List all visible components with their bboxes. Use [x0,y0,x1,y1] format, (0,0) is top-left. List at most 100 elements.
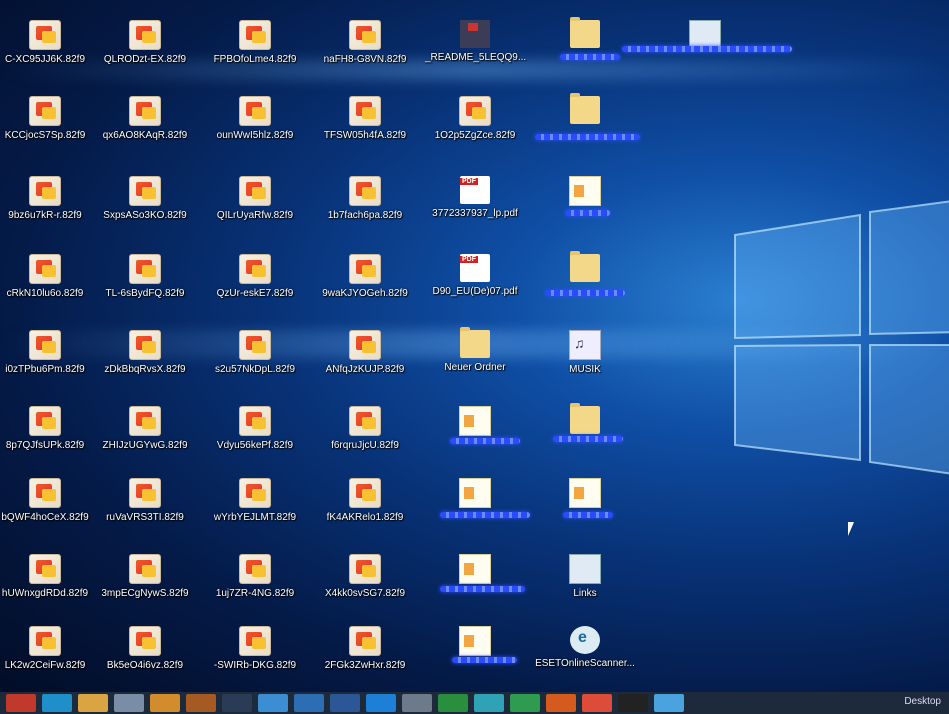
desktop-icon-label: fK4AKRelo1.82f9 [326,512,404,523]
photos-icon[interactable] [654,694,684,712]
desktop-icon[interactable]: KCCjocS7Sp.82f9 [0,96,95,142]
desktop-icon[interactable]: LK2w2CeiFw.82f9 [0,626,95,672]
desktop-icon[interactable]: f6rqruJjcU.82f9 [315,406,415,452]
app-icon[interactable] [150,694,180,712]
desktop-icon-label: 3mpECgNywS.82f9 [101,588,189,599]
desktop-icon[interactable]: ESETOnlineScanner... [535,626,635,670]
app-icon[interactable] [222,694,252,712]
desktop-icon[interactable]: s2u57NkDpL.82f9 [205,330,305,376]
start-icon[interactable] [6,694,36,712]
desktop-icon[interactable]: TL-6sBydFQ.82f9 [95,254,195,300]
desktop-icon-label: ESETOnlineScanner... [535,658,635,669]
desktop-icon[interactable]: Neuer Ordner [425,327,525,374]
desktop-icon[interactable]: _README_5LEQQ9... [425,20,526,64]
desktop-icon-label: f6rqruJjcU.82f9 [331,440,399,451]
desktop-icon[interactable]: naFH8-G8VN.82f9 [315,20,415,66]
desktop-icon-label: 9waKJYOGeh.82f9 [322,288,408,299]
word-icon[interactable] [330,694,360,712]
desktop-icon-label: 1O2p5ZgZce.82f9 [434,130,516,141]
desktop-icon[interactable]: Bk5eO4i6vz.82f9 [95,626,195,672]
security-icon[interactable] [474,694,504,712]
desktop-icon[interactable]: MUSIK [535,330,635,376]
desktop-icon[interactable] [425,554,525,588]
desktop-icon[interactable]: 1b7fach6pa.82f9 [315,176,415,222]
redaction-mark [560,54,620,60]
desktop-icon[interactable]: zDkBbqRvsX.82f9 [95,330,195,376]
desktop-icon[interactable]: TFSW05h4fA.82f9 [315,96,415,142]
desktop-icon[interactable]: 3772337937_lp.pdf [425,176,525,220]
desktop-icon-label: QLRODzt-EX.82f9 [103,54,187,65]
desktop-icon-label: X4kk0svSG7.82f9 [324,588,406,599]
desktop-icon[interactable]: FPBOfoLme4.82f9 [205,20,305,66]
desktop-icon[interactable] [425,626,525,660]
encrypted-file-icon [29,96,61,126]
desktop-icon[interactable] [425,406,525,440]
desktop-icon[interactable]: 9bz6u7kR-r.82f9 [0,176,95,222]
desktop-icon[interactable]: wYrbYEJLMT.82f9 [205,478,305,524]
desktop-icon[interactable]: -SWIRb-DKG.82f9 [205,626,305,672]
encrypted-file-icon [29,20,61,50]
download-icon[interactable] [438,694,468,712]
redaction-mark [440,512,530,518]
desktop-icon[interactable]: hUWnxgdRDd.82f9 [0,554,95,600]
desktop-icon[interactable] [535,176,635,210]
redaction-mark [563,512,613,518]
eset-scanner-icon [570,626,600,654]
file-explorer-icon[interactable] [78,694,108,712]
chrome-icon[interactable] [582,694,612,712]
desktop-icon[interactable]: 8p7QJfsUPk.82f9 [0,406,95,452]
desktop-icon[interactable]: Vdyu56kePf.82f9 [205,406,305,452]
desktop-icon-label: 2FGk3ZwHxr.82f9 [324,660,406,671]
desktop-icon[interactable] [425,478,525,512]
desktop-icon[interactable]: cRkN10lu6o.82f9 [0,254,95,300]
desktop-icon[interactable]: QzUr-eskE7.82f9 [205,254,305,300]
desktop-icon[interactable]: X4kk0svSG7.82f9 [315,554,415,600]
desktop-icon[interactable]: QLRODzt-EX.82f9 [95,20,195,66]
desktop-icon[interactable]: i0zTPbu6Pm.82f9 [0,330,95,376]
desktop-icon[interactable]: 1O2p5ZgZce.82f9 [425,96,525,142]
search-icon[interactable] [42,694,72,712]
encrypted-file-icon [239,96,271,126]
email-icon[interactable] [294,694,324,712]
encrypted-file-icon [129,554,161,584]
desktop-icon[interactable]: ZHIJzUGYwG.82f9 [95,406,195,452]
desktop-icon[interactable]: SxpsASo3KO.82f9 [95,176,195,222]
desktop-icon[interactable] [535,251,635,286]
windows-logo-wallpaper [734,200,949,475]
desktop-icon[interactable]: qx6AO8KAqR.82f9 [95,96,195,142]
desktop-icon[interactable]: 1uj7ZR-4NG.82f9 [205,554,305,600]
desktop-icon[interactable] [535,478,635,512]
app-icon[interactable] [186,694,216,712]
store-icon[interactable] [114,694,144,712]
encrypted-file-icon [349,96,381,126]
desktop-icon[interactable]: 3mpECgNywS.82f9 [95,554,195,600]
desktop-icon[interactable]: Links [535,554,635,600]
desktop-icon[interactable]: D90_EU(De)07.pdf [425,254,525,298]
desktop-icon[interactable]: C-XC95JJ6K.82f9 [0,20,95,66]
network-icon[interactable] [258,694,288,712]
edge-icon[interactable] [366,694,396,712]
desktop-icon[interactable]: ounWwI5hlz.82f9 [205,96,305,142]
eye-icon[interactable] [618,694,648,712]
desktop-icon[interactable] [535,17,635,52]
desktop-icon[interactable]: ANfqJzKUJP.82f9 [315,330,415,376]
settings-icon[interactable] [510,694,540,712]
office-icon[interactable] [546,694,576,712]
clock-icon[interactable] [402,694,432,712]
desktop-icon[interactable] [535,403,635,438]
desktop-icon[interactable]: fK4AKRelo1.82f9 [315,478,415,524]
desktop-icon[interactable]: ruVaVRS3TI.82f9 [95,478,195,524]
encrypted-file-icon [349,20,381,50]
desktop-icon[interactable]: QILrUyaRfw.82f9 [205,176,305,222]
redaction-mark [553,436,623,442]
desktop-icon-label: Bk5eO4i6vz.82f9 [106,660,184,671]
desktop-icon[interactable]: bQWF4hoCeX.82f9 [0,478,95,524]
desktop-icon-label: D90_EU(De)07.pdf [432,286,518,297]
desktop-background[interactable]: C-XC95JJ6K.82f9 QLRODzt-EX.82f9 FPBOfoLme4… [0,0,949,692]
desktop-toolbar-label[interactable]: Desktop [904,696,941,707]
desktop-icon[interactable]: 2FGk3ZwHxr.82f9 [315,626,415,672]
desktop-icon[interactable] [535,93,635,128]
encrypted-file-icon [239,176,271,206]
desktop-icon[interactable]: 9waKJYOGeh.82f9 [315,254,415,300]
desktop-icon-label: ANfqJzKUJP.82f9 [325,364,405,375]
